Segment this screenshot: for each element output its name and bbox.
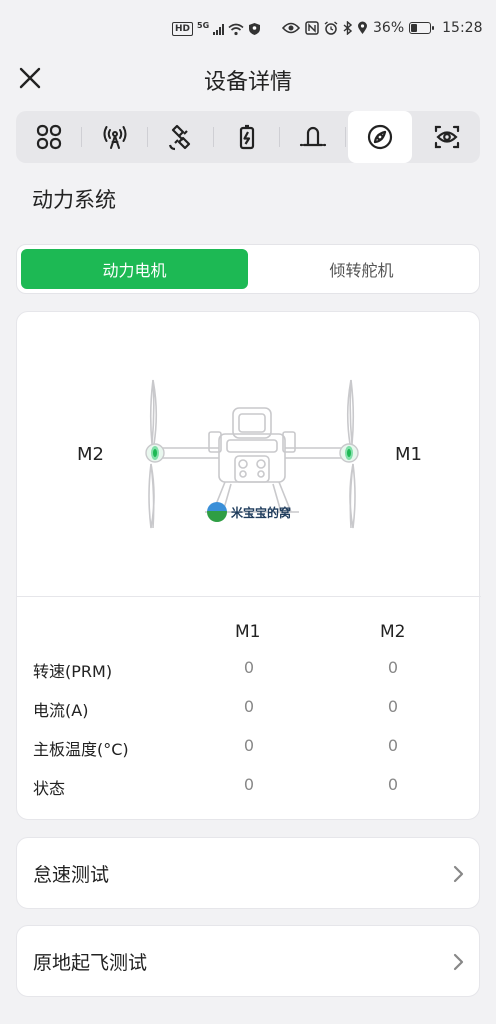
takeoff-test-button[interactable]: 原地起飞测试 — [16, 925, 480, 997]
status-left-icons: HD 5G — [172, 20, 261, 36]
chevron-right-icon — [453, 865, 464, 883]
alarm-clock-icon — [324, 21, 338, 35]
row-label: 主板温度(°C) — [33, 740, 129, 759]
tab-link[interactable] — [82, 111, 149, 163]
antenna-icon — [103, 126, 127, 149]
device-tab-bar — [16, 111, 480, 163]
location-icon — [358, 21, 367, 34]
grid-icon — [36, 124, 62, 150]
row-value-m1: 0 — [243, 736, 255, 755]
battery-charge-icon — [240, 124, 255, 150]
wifi-icon — [228, 23, 244, 35]
column-header-m1: M1 — [235, 622, 261, 642]
takeoff-test-label: 原地起飞测试 — [33, 951, 148, 974]
row-label: 状态 — [33, 779, 66, 798]
segment-power-motor[interactable]: 动力电机 — [21, 249, 248, 289]
hd-badge: HD — [172, 22, 194, 36]
motor-label-right: M1 — [395, 444, 422, 465]
motor-type-switch: 动力电机 倾转舵机 — [16, 244, 480, 294]
satellite-icon — [169, 124, 191, 151]
signal-icon — [213, 23, 225, 35]
propeller-icon — [368, 124, 393, 150]
tab-gnss[interactable] — [148, 111, 215, 163]
watermark-logo — [207, 502, 227, 522]
drone-diagram: M2 M1 米宝宝的窝 — [17, 312, 481, 596]
watermark: 米宝宝的窝 — [207, 502, 291, 522]
battery-icon — [409, 22, 435, 34]
chevron-right-icon — [453, 953, 464, 971]
battery-percent: 36% — [373, 20, 405, 36]
network-type: 5G — [197, 20, 210, 30]
idle-test-button[interactable]: 怠速测试 — [16, 837, 480, 909]
card-divider — [17, 596, 481, 597]
tab-alarm[interactable] — [280, 111, 347, 163]
status-right-icons: 36% 15:28 — [282, 20, 482, 36]
bluetooth-icon — [343, 21, 352, 35]
page-title: 设备详情 — [203, 70, 292, 95]
segment-tilt-servo[interactable]: 倾转舵机 — [248, 249, 475, 289]
row-value-m2: 0 — [387, 736, 399, 755]
tab-battery[interactable] — [214, 111, 281, 163]
nfc-icon — [305, 21, 319, 35]
tab-vision[interactable] — [414, 111, 480, 163]
clock: 15:28 — [442, 20, 483, 36]
battery-fill — [411, 24, 418, 32]
eye-icon — [282, 22, 300, 34]
column-header-m2: M2 — [380, 622, 406, 642]
watermark-text: 米宝宝的窝 — [231, 505, 292, 520]
row-value-m2: 0 — [387, 697, 399, 716]
row-label: 电流(A) — [33, 701, 89, 720]
idle-test-label: 怠速测试 — [33, 863, 110, 886]
status-bar: HD 5G 36% 15:28 — [0, 0, 496, 58]
row-value-m2: 0 — [387, 775, 399, 794]
camera-eye-icon — [434, 125, 460, 149]
shield-user-icon — [249, 23, 261, 35]
row-value-m1: 0 — [243, 658, 255, 677]
section-title: 动力系统 — [32, 188, 116, 212]
tab-overview[interactable] — [16, 111, 83, 163]
row-value-m1: 0 — [243, 697, 255, 716]
motor-label-left: M2 — [77, 444, 104, 465]
row-label: 转速(PRM) — [33, 662, 113, 681]
row-value-m1: 0 — [243, 775, 255, 794]
motor-card: M2 M1 米宝宝的窝 M1 M2 转速(PRM) 0 0 电流(A) 0 0 … — [16, 311, 481, 820]
alarm-light-icon — [300, 126, 327, 147]
header: 设备详情 — [0, 58, 496, 98]
tab-power[interactable] — [348, 111, 412, 163]
row-value-m2: 0 — [387, 658, 399, 677]
